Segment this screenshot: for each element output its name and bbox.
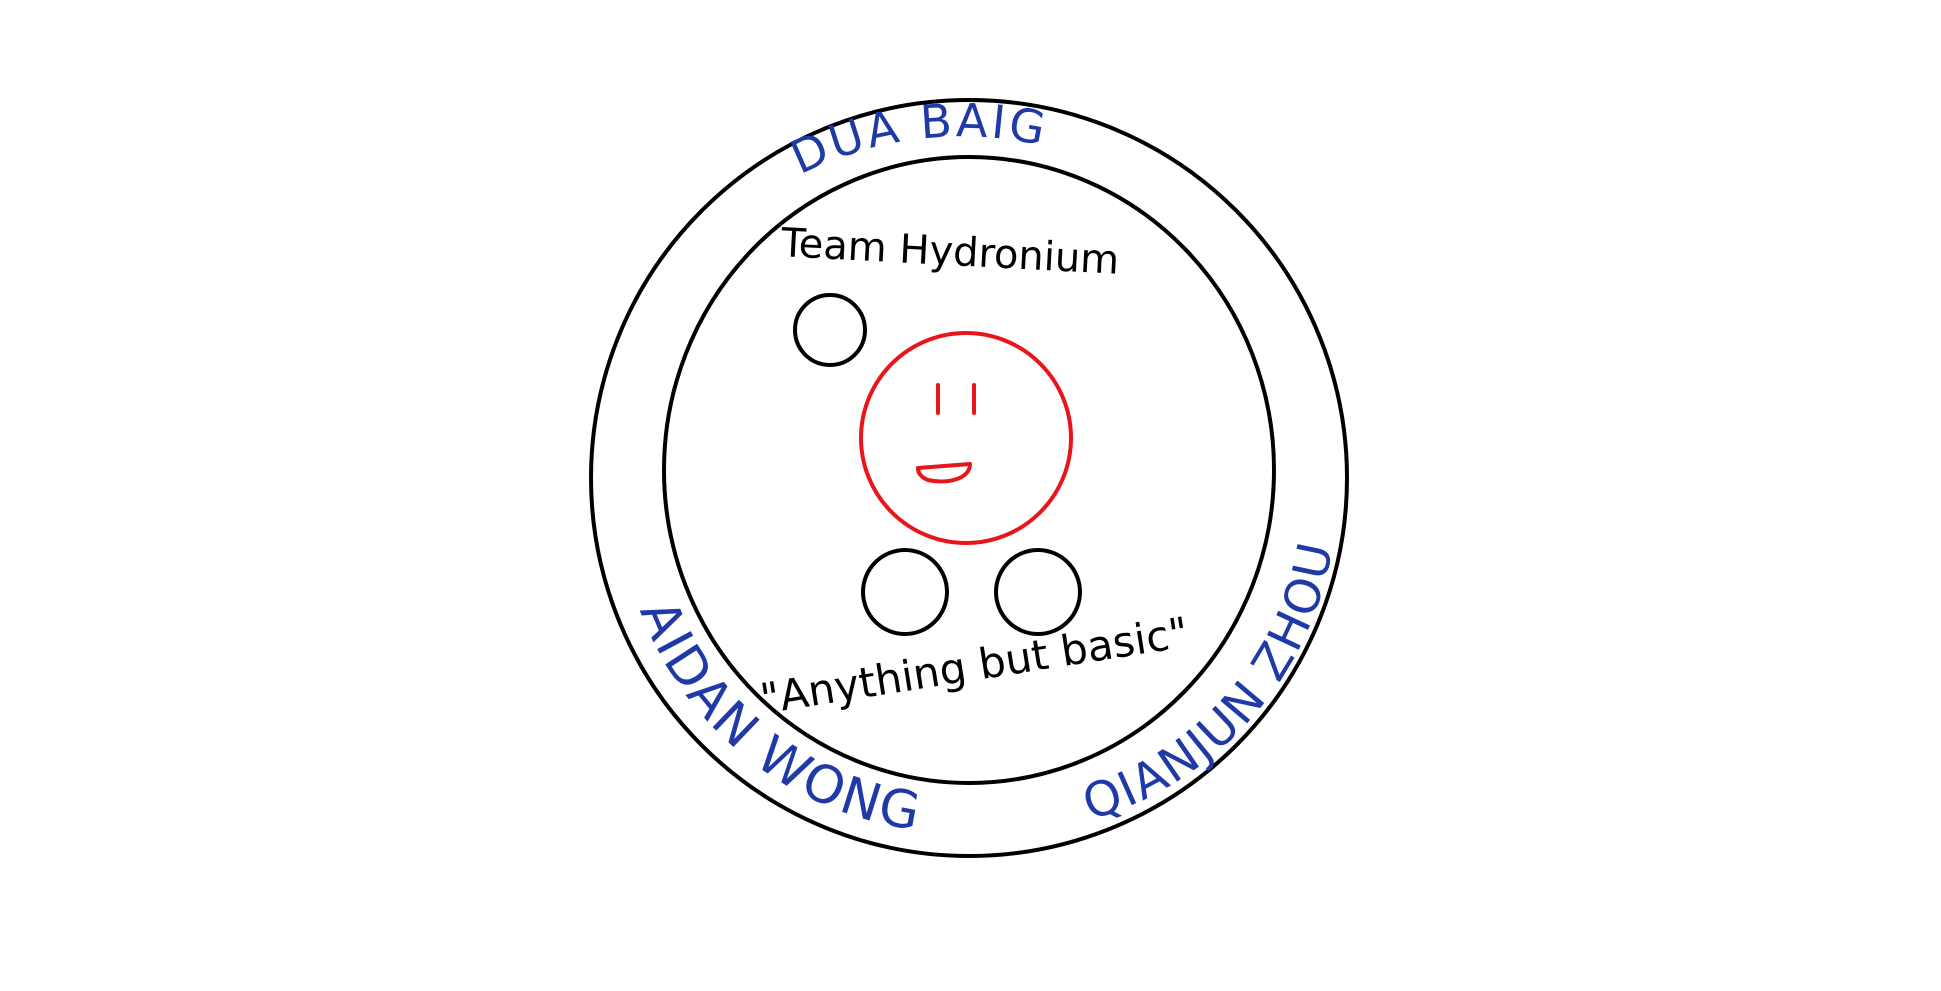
atom-bottom-left xyxy=(861,548,949,636)
motto: "Anything but basic" xyxy=(757,608,1192,724)
atom-bottom-right xyxy=(994,548,1082,636)
face-smile xyxy=(916,462,972,484)
team-name: Team Hydronium xyxy=(779,220,1120,284)
face-circle xyxy=(859,331,1073,545)
atom-top-left xyxy=(793,293,867,367)
team-logo: DUA BAIG AIDAN WONG QIANJUN ZHOU Team Hy… xyxy=(589,93,1349,858)
name-right: QIANJUN ZHOU xyxy=(1076,536,1345,832)
name-top: DUA BAIG xyxy=(782,93,1052,185)
